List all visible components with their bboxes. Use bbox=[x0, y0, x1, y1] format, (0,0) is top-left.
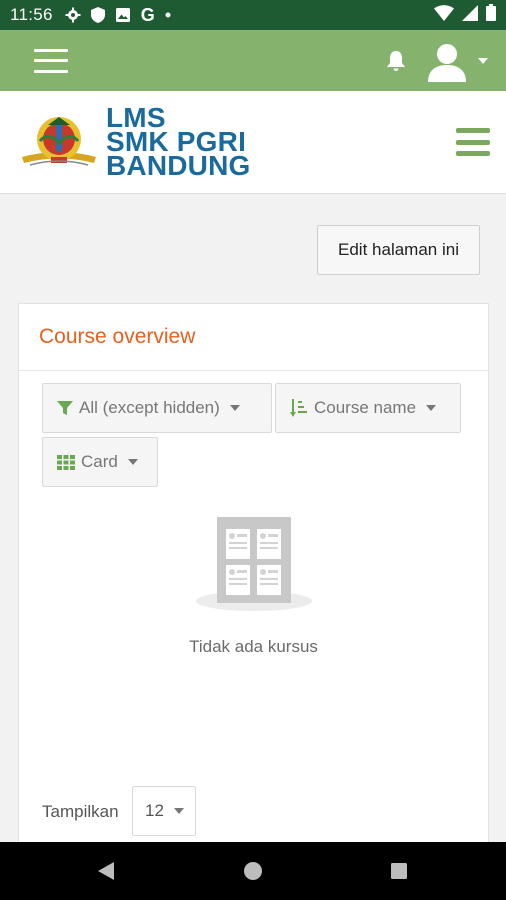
no-courses-illustration bbox=[196, 517, 312, 611]
caret-down-icon[interactable] bbox=[478, 57, 488, 64]
show-count-label: Tampilkan bbox=[42, 802, 119, 821]
show-count-value: 12 bbox=[145, 801, 164, 820]
hamburger-menu-icon[interactable] bbox=[34, 48, 68, 73]
back-icon[interactable] bbox=[76, 842, 136, 900]
sort-icon bbox=[290, 398, 308, 418]
status-bar: 11:56 G bbox=[0, 0, 506, 30]
site-header: LMS SMK PGRI BANDUNG bbox=[0, 91, 506, 194]
dot-icon bbox=[165, 12, 171, 18]
edit-page-button[interactable]: Edit halaman ini bbox=[317, 225, 480, 275]
caret-down-icon bbox=[127, 459, 138, 465]
bell-icon[interactable] bbox=[386, 50, 406, 72]
course-overview-title: Course overview bbox=[39, 325, 196, 348]
top-navbar bbox=[0, 30, 506, 91]
show-count-dropdown[interactable]: 12 bbox=[132, 786, 196, 836]
image-icon bbox=[115, 7, 131, 23]
course-overview-header: Course overview bbox=[19, 304, 488, 371]
user-avatar-icon[interactable] bbox=[426, 40, 468, 82]
caret-down-icon bbox=[173, 808, 184, 814]
system-navigation-bar bbox=[0, 842, 506, 900]
site-menu-icon[interactable] bbox=[456, 128, 490, 156]
recents-icon[interactable] bbox=[369, 842, 429, 900]
view-mode-label: Card bbox=[81, 452, 118, 471]
view-mode-dropdown[interactable]: Card bbox=[42, 437, 158, 487]
course-overview-block: Course overview All (except hidden) Cour… bbox=[18, 303, 489, 863]
sort-dropdown[interactable]: Course name bbox=[275, 383, 461, 433]
logo-line-3: BANDUNG bbox=[106, 150, 251, 181]
google-g-icon: G bbox=[140, 4, 155, 25]
grid-icon bbox=[57, 454, 75, 470]
battery-icon bbox=[486, 4, 496, 26]
grouping-filter-dropdown[interactable]: All (except hidden) bbox=[42, 383, 272, 433]
home-icon[interactable] bbox=[223, 842, 283, 900]
filter-funnel-icon bbox=[57, 400, 73, 416]
caret-down-icon bbox=[229, 405, 240, 411]
wifi-icon bbox=[434, 4, 454, 26]
site-logo-text[interactable]: LMS SMK PGRI BANDUNG bbox=[106, 104, 251, 181]
status-time: 11:56 bbox=[10, 5, 53, 24]
shield-icon bbox=[90, 7, 105, 23]
sort-label: Course name bbox=[314, 398, 417, 417]
caret-down-icon bbox=[426, 405, 437, 411]
gear-icon bbox=[65, 7, 81, 23]
cell-signal-icon bbox=[462, 4, 478, 26]
grouping-filter-label: All (except hidden) bbox=[79, 398, 220, 417]
no-courses-message: Tidak ada kursus bbox=[189, 637, 318, 656]
school-logo-emblem bbox=[22, 117, 96, 166]
